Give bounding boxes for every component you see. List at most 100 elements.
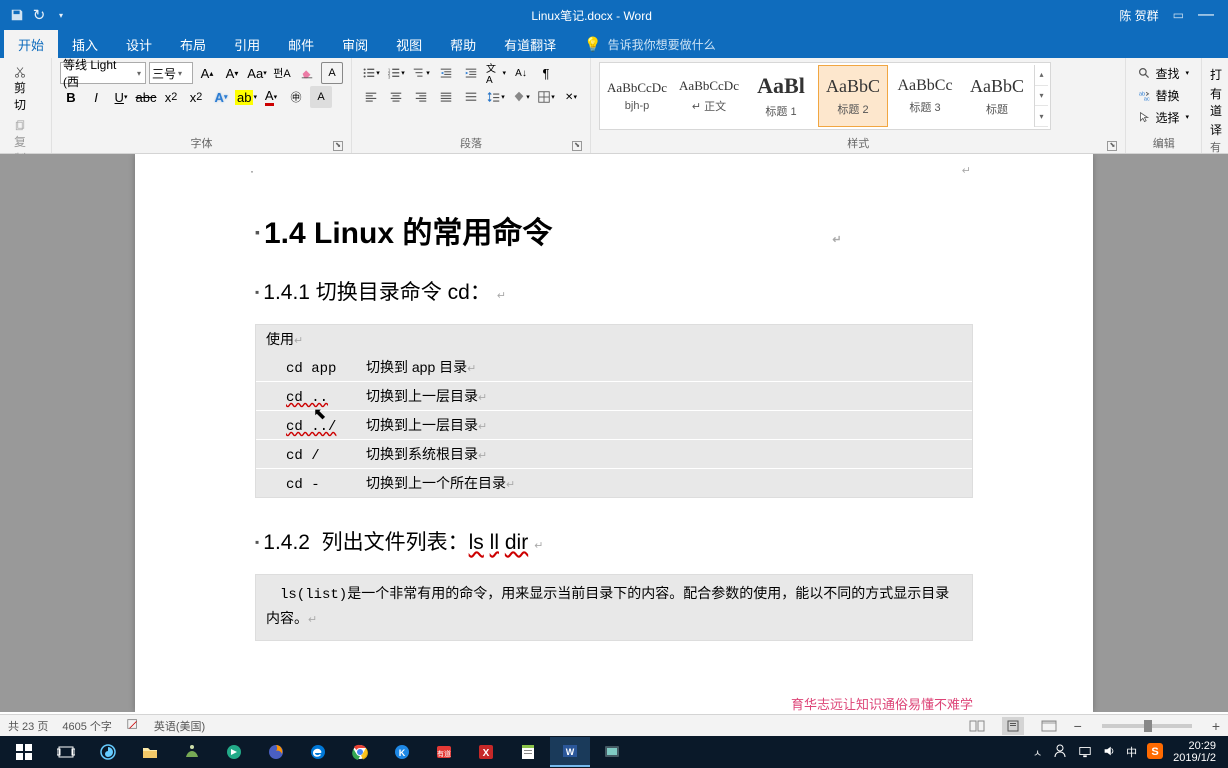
snap-to-grid-button[interactable]: ✕▾ [560, 86, 582, 108]
tab-mailings[interactable]: 邮件 [274, 30, 328, 58]
char-border-button[interactable]: A [321, 62, 343, 84]
table-row[interactable]: cd /切换到系统根目录↵ [256, 440, 972, 469]
task-notepad[interactable] [508, 737, 548, 767]
zoom-thumb[interactable] [1144, 720, 1152, 732]
youdao-rec[interactable]: 译 [1210, 121, 1220, 138]
clear-formatting-button[interactable] [296, 62, 318, 84]
volume-icon[interactable] [1102, 744, 1116, 761]
spellcheck-icon[interactable] [126, 717, 140, 734]
start-button[interactable] [4, 737, 44, 767]
subscript-button[interactable]: x2 [160, 86, 182, 108]
replace-button[interactable]: abac替换 [1134, 84, 1193, 106]
change-case-button[interactable]: Aa▾ [246, 62, 268, 84]
tab-layout[interactable]: 布局 [166, 30, 220, 58]
task-kugou[interactable]: K [382, 737, 422, 767]
multilevel-list-button[interactable]: ▾ [410, 62, 432, 84]
tab-references[interactable]: 引用 [220, 30, 274, 58]
task-app-3[interactable] [214, 737, 254, 767]
zoom-out-button[interactable]: − [1074, 718, 1082, 734]
text-direction-button[interactable]: 文A▾ [485, 62, 507, 84]
cd-table[interactable]: 使用↵ cd app切换到 app 目录↵ cd ..切换到上一层目录↵ cd … [255, 324, 973, 498]
sort-button[interactable]: A↓ [510, 62, 532, 84]
style-bjhp[interactable]: AaBbCcDcbjh-p [602, 65, 672, 127]
task-xmind[interactable]: X [466, 737, 506, 767]
numbering-button[interactable]: 123▾ [385, 62, 407, 84]
style-heading2[interactable]: AaBbC标题 2 [818, 65, 888, 127]
table-row[interactable]: cd -切换到上一个所在目录↵ [256, 469, 972, 497]
language-status[interactable]: 英语(美国) [154, 718, 205, 734]
redo-icon[interactable]: ↻ [32, 8, 46, 22]
task-firefox[interactable] [256, 737, 296, 767]
justify-button[interactable] [435, 86, 457, 108]
font-color-button[interactable]: A▾ [260, 86, 282, 108]
style-heading3[interactable]: AaBbCc标题 3 [890, 65, 960, 127]
zoom-in-button[interactable]: + [1212, 718, 1220, 734]
styles-gallery[interactable]: AaBbCcDcbjh-p AaBbCcDc↵ 正文 AaBl标题 1 AaBb… [599, 62, 1051, 130]
read-mode-button[interactable] [966, 717, 988, 735]
line-spacing-button[interactable]: ▾ [485, 86, 507, 108]
show-marks-button[interactable]: ¶ [535, 62, 557, 84]
highlight-button[interactable]: ab▾ [235, 86, 257, 108]
distribute-button[interactable] [460, 86, 482, 108]
tab-youdao[interactable]: 有道翻译 [490, 30, 570, 58]
ime-sogou-icon[interactable]: S [1147, 743, 1163, 762]
zoom-slider[interactable] [1102, 724, 1192, 728]
launcher-icon[interactable]: ⬊ [1107, 141, 1117, 151]
table-row[interactable]: cd ../切换到上一层目录↵ [256, 411, 972, 440]
ime-label[interactable]: 中 [1126, 744, 1137, 760]
font-size-combo[interactable]: 三号▾ [149, 62, 193, 84]
clock[interactable]: 20:29 2019/1/2 [1173, 740, 1216, 764]
char-shading-button[interactable]: A [310, 86, 332, 108]
phonetic-guide-button[interactable]: 펀A [271, 62, 293, 84]
task-chrome[interactable] [340, 737, 380, 767]
style-title[interactable]: AaBbC标题 [962, 65, 1032, 127]
bullets-button[interactable]: ▾ [360, 62, 382, 84]
decrease-indent-button[interactable] [435, 62, 457, 84]
italic-button[interactable]: I [85, 86, 107, 108]
tab-help[interactable]: 帮助 [436, 30, 490, 58]
align-center-button[interactable] [385, 86, 407, 108]
qat-dropdown-icon[interactable]: ▾ [54, 8, 68, 22]
increase-indent-button[interactable] [460, 62, 482, 84]
select-button[interactable]: 选择▾ [1134, 106, 1193, 128]
tab-review[interactable]: 审阅 [328, 30, 382, 58]
font-name-combo[interactable]: 等线 Light (西▾ [60, 62, 146, 84]
ls-paragraph[interactable]: ls(list)是一个非常有用的命令，用来显示当前目录下的内容。配合参数的使用，… [255, 574, 973, 641]
task-explorer[interactable] [130, 737, 170, 767]
grow-font-button[interactable]: A▴ [196, 62, 218, 84]
shading-button[interactable]: ▾ [510, 86, 532, 108]
superscript-button[interactable]: x2 [185, 86, 207, 108]
style-heading1[interactable]: AaBl标题 1 [746, 65, 816, 127]
find-button[interactable]: 查找▾ [1134, 62, 1193, 84]
bold-button[interactable]: B [60, 86, 82, 108]
web-layout-button[interactable] [1038, 717, 1060, 735]
task-view-button[interactable] [46, 737, 86, 767]
launcher-icon[interactable]: ⬊ [572, 141, 582, 151]
youdao-trans[interactable]: 有道 [1210, 85, 1220, 119]
document-area[interactable]: ↵ · ▪1.4 Linux 的常用命令↵ ▪1.4.1 切换目录命令 cd：↵… [0, 154, 1228, 712]
word-count[interactable]: 4605 个字 [62, 718, 112, 734]
network-icon[interactable] [1078, 744, 1092, 761]
shrink-font-button[interactable]: A▾ [221, 62, 243, 84]
task-edge[interactable] [298, 737, 338, 767]
minimize-icon[interactable]: — [1198, 6, 1214, 24]
tell-me[interactable]: 💡 告诉我你想要做什么 [570, 36, 729, 53]
task-youdao[interactable]: 有道 [424, 737, 464, 767]
tab-insert[interactable]: 插入 [58, 30, 112, 58]
align-left-button[interactable] [360, 86, 382, 108]
scroll-down-icon[interactable]: ▾ [1035, 86, 1048, 107]
print-layout-button[interactable] [1002, 717, 1024, 735]
heading-1[interactable]: ▪1.4 Linux 的常用命令↵ [255, 208, 973, 252]
style-normal[interactable]: AaBbCcDc↵ 正文 [674, 65, 744, 127]
heading-2a[interactable]: ▪1.4.1 切换目录命令 cd：↵ [255, 276, 973, 306]
launcher-icon[interactable]: ⬊ [333, 141, 343, 151]
task-word[interactable]: W [550, 737, 590, 767]
tab-design[interactable]: 设计 [112, 30, 166, 58]
gallery-scroll[interactable]: ▴▾▾ [1034, 65, 1048, 127]
scroll-up-icon[interactable]: ▴ [1035, 65, 1048, 86]
table-row[interactable]: cd ..切换到上一层目录↵ [256, 382, 972, 411]
task-app-2[interactable] [172, 737, 212, 767]
page[interactable]: ↵ · ▪1.4 Linux 的常用命令↵ ▪1.4.1 切换目录命令 cd：↵… [135, 154, 1093, 712]
save-icon[interactable] [10, 8, 24, 22]
cut-button[interactable]: 剪切 [8, 62, 43, 116]
